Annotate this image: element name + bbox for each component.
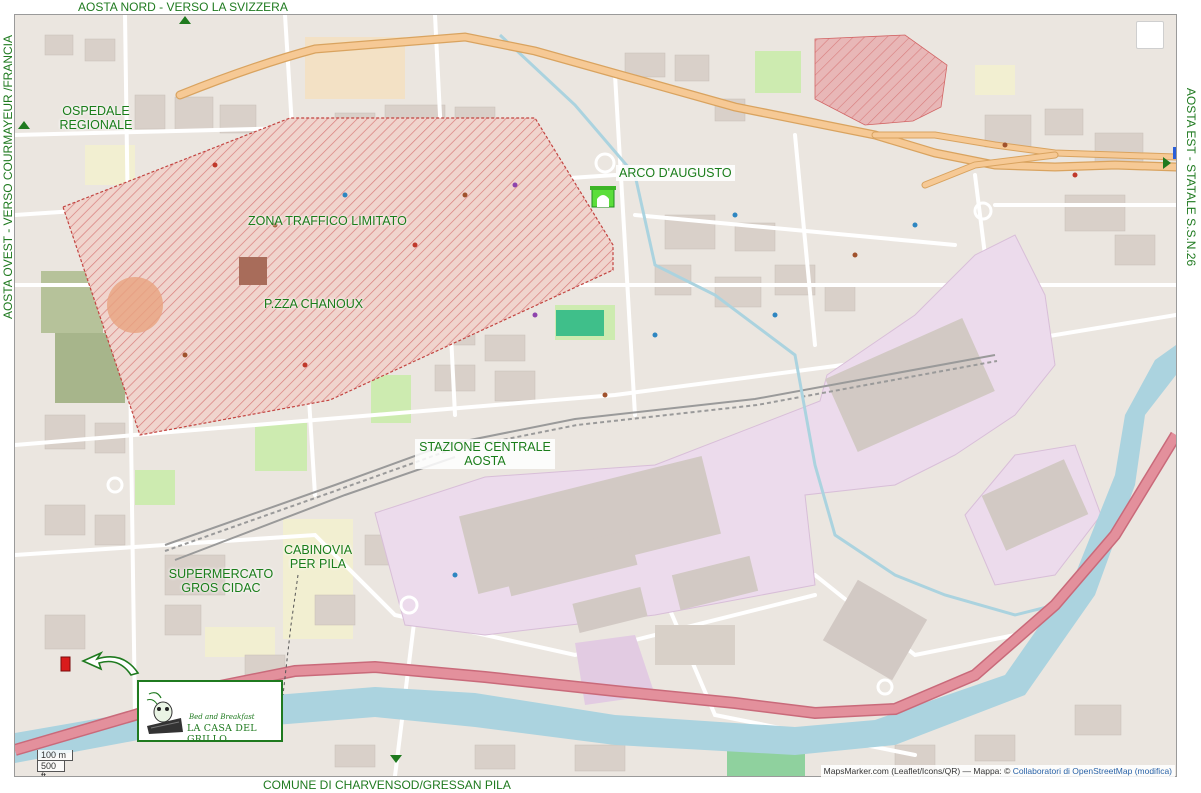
label-stazione: STAZIONE CENTRALE AOSTA <box>415 439 555 469</box>
arch-icon[interactable] <box>590 186 616 208</box>
edge-label-west: AOSTA OVEST - VERSO COURMAYEUR /FRANCIA <box>1 34 15 320</box>
bnb-logo-card[interactable]: Bed and Breakfast LA CASA DEL GRILLO <box>137 680 283 745</box>
bnb-name: LA CASA DEL GRILLO <box>187 723 257 745</box>
edge-label-east: AOSTA EST - STATALE S.S.N.26 <box>1184 87 1198 267</box>
cricket-logo-icon <box>146 692 183 734</box>
edit-link[interactable]: (modifica) <box>1135 766 1172 776</box>
map-control[interactable] <box>1136 21 1164 49</box>
edge-label-south: COMUNE DI CHARVENSOD/GRESSAN PILA <box>263 778 511 792</box>
south-arrow-icon <box>390 755 402 763</box>
label-ztl: ZONA TRAFFICO LIMITATO <box>248 214 407 228</box>
scale-metric: 100 m <box>37 750 73 761</box>
cathedral-block <box>239 257 267 285</box>
stadium-pitch <box>556 310 604 336</box>
label-ospedale: OSPEDALE REGIONALE <box>59 104 133 132</box>
edge-label-north: AOSTA NORD - VERSO LA SVIZZERA <box>78 0 288 14</box>
label-supermercato: SUPERMERCATO GROS CIDAC <box>168 567 274 595</box>
west-arrow-icon <box>18 121 30 129</box>
park-north <box>755 51 801 93</box>
curved-arrow-icon <box>81 651 140 676</box>
roman-theatre-area <box>107 277 163 333</box>
osm-link[interactable]: Collaboratori di OpenStreetMap <box>1013 766 1133 776</box>
label-piazza-chanoux: P.ZZA CHANOUX <box>264 297 364 311</box>
map-attribution: MapsMarker.com (Leaflet/Icons/QR) — Mapp… <box>820 765 1175 777</box>
label-cabinovia: CABINOVIA PER PILA <box>283 543 353 571</box>
bnb-subtitle: Bed and Breakfast <box>189 713 255 721</box>
park-stazione <box>255 423 307 471</box>
north-arrow-icon <box>179 16 191 24</box>
attribution-prefix: MapsMarker.com (Leaflet/Icons/QR) — Mapp… <box>823 766 1011 776</box>
park-west <box>135 470 175 505</box>
scale-imperial: 500 ft <box>37 761 65 776</box>
map-viewport[interactable]: OSPEDALE REGIONALE ZONA TRAFFICO LIMITAT… <box>14 14 1177 777</box>
location-marker-icon[interactable] <box>60 656 71 672</box>
east-road-marker <box>1173 147 1176 159</box>
label-arco-augusto: ARCO D'AUGUSTO <box>616 165 735 181</box>
